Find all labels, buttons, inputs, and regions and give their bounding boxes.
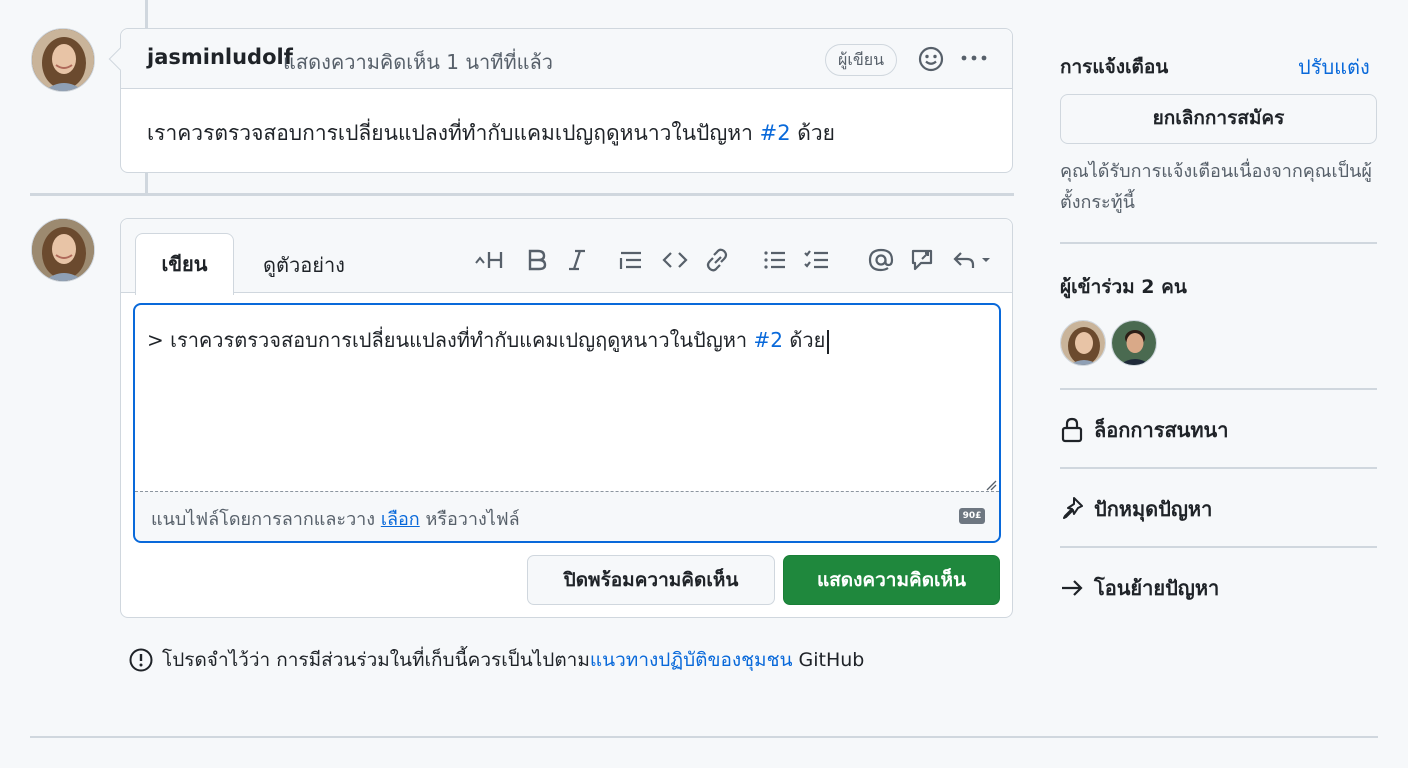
comment-body-text: เราควรตรวจสอบการเปลี่ยนแปลงที่ทำกับแคมเป… — [147, 121, 753, 145]
customize-link[interactable]: ปรับแต่ง — [1298, 51, 1370, 83]
tab-preview[interactable]: ดูตัวอย่าง — [263, 249, 345, 281]
tab-write[interactable]: เขียน — [135, 233, 234, 295]
markdown-icon[interactable]: 90£ — [959, 508, 985, 524]
transfer-issue-label: โอนย้ายปัญหา — [1094, 576, 1220, 600]
lock-icon — [1061, 417, 1083, 443]
sidebar-divider — [1060, 546, 1377, 548]
participant-avatar[interactable] — [1060, 320, 1106, 366]
page-divider — [30, 736, 1378, 738]
bold-icon[interactable] — [525, 245, 549, 275]
community-guidelines-link[interactable]: แนวทางปฏิบัติของชุมชน — [590, 645, 793, 675]
attach-text: แนบไฟล์โดยการลากและวาง — [151, 509, 376, 530]
lock-conversation-action[interactable]: ล็อกการสนทนา — [1060, 414, 1228, 446]
comment-textarea[interactable]: > เราควรตรวจสอบการเปลี่ยนแปลงที่ทำกับแคม… — [133, 303, 1001, 543]
heading-icon[interactable] — [473, 245, 507, 275]
attach-suffix: หรือวางไฟล์ — [425, 509, 520, 530]
note-text: โปรดจำไว้ว่า การมีส่วนร่วมในที่เก็บนี้คว… — [162, 649, 590, 671]
transfer-issue-action[interactable]: โอนย้ายปัญหา — [1060, 572, 1219, 604]
current-user-avatar[interactable] — [31, 218, 95, 282]
info-icon — [129, 648, 153, 672]
link-icon[interactable] — [703, 245, 731, 275]
reference-icon[interactable] — [909, 245, 937, 275]
comment-body: เราควรตรวจสอบการเปลี่ยนแปลงที่ทำกับแคมเป… — [147, 117, 835, 150]
participant-avatar[interactable] — [1111, 320, 1157, 366]
notification-reason: คุณได้รับการแจ้งเตือนเนื่องจากคุณเป็นผู้… — [1060, 161, 1372, 213]
italic-icon[interactable] — [565, 245, 589, 275]
reply-icon[interactable] — [951, 245, 999, 275]
mention-icon[interactable] — [867, 245, 895, 275]
comment-card: jasminludolf แสดงความคิดเห็น 1 นาทีที่แล… — [108, 28, 1013, 173]
lock-conversation-label: ล็อกการสนทนา — [1094, 418, 1229, 442]
attach-instructions: แนบไฟล์โดยการลากและวาง เลือก หรือวางไฟล์ — [151, 504, 520, 533]
task-list-icon[interactable] — [803, 245, 831, 275]
textarea-issue-reference: #2 — [753, 328, 784, 352]
pin-issue-action[interactable]: ปักหมุดปัญหา — [1060, 493, 1212, 525]
issue-reference-link[interactable]: #2 — [760, 121, 791, 145]
commenter-avatar[interactable] — [31, 28, 95, 92]
arrow-right-icon — [1062, 580, 1083, 596]
choose-file-link[interactable]: เลือก — [381, 509, 420, 530]
quote-icon[interactable] — [617, 245, 645, 275]
editor-header: เขียน ดูตัวอย่าง — [121, 219, 1012, 295]
comment-editor: เขียน ดูตัวอย่าง > เราควรตรวจสอบการเปลี่… — [120, 218, 1013, 618]
comment-author[interactable]: jasminludolf — [147, 45, 293, 69]
file-attachment-bar[interactable]: แนบไฟล์โดยการลากและวาง เลือก หรือวางไฟล์… — [135, 491, 999, 541]
notifications-title: การแจ้งเตือน — [1060, 56, 1169, 78]
code-icon[interactable] — [661, 245, 689, 275]
note-suffix: GitHub — [798, 649, 865, 671]
textarea-quote-text: > เราควรตรวจสอบการเปลี่ยนแปลงที่ทำกับแคม… — [147, 328, 748, 352]
pin-icon — [1063, 497, 1083, 519]
textarea-content: > เราควรตรวจสอบการเปลี่ยนแปลงที่ทำกับแคม… — [147, 324, 829, 356]
resize-handle-icon[interactable] — [985, 479, 997, 491]
community-guidelines-note: โปรดจำไว้ว่า การมีส่วนร่วมในที่เก็บนี้คว… — [128, 645, 864, 675]
smiley-icon[interactable] — [917, 45, 945, 73]
sidebar-divider — [1060, 467, 1377, 469]
textarea-suffix: ด้วย — [789, 328, 826, 352]
text-cursor — [827, 329, 829, 354]
unsubscribe-button[interactable]: ยกเลิกการสมัคร — [1060, 94, 1377, 144]
comment-header: jasminludolf แสดงความคิดเห็น 1 นาทีที่แล… — [121, 29, 1012, 89]
sidebar-divider — [1060, 242, 1377, 244]
timeline-divider — [30, 193, 1014, 196]
author-badge: ผู้เขียน — [825, 44, 898, 76]
sidebar-divider — [1060, 388, 1377, 390]
comment-button[interactable]: แสดงความคิดเห็น — [783, 555, 1000, 605]
close-with-comment-button[interactable]: ปิดพร้อมความคิดเห็น — [527, 555, 775, 605]
pin-issue-label: ปักหมุดปัญหา — [1094, 497, 1213, 521]
unordered-list-icon[interactable] — [761, 245, 789, 275]
comment-body-suffix: ด้วย — [797, 121, 835, 145]
kebab-horizontal-icon[interactable] — [959, 43, 989, 73]
comment-timestamp: แสดงความคิดเห็น 1 นาทีที่แล้ว — [283, 50, 554, 74]
participants-title: ผู้เข้าร่วม 2 คน — [1060, 276, 1187, 298]
